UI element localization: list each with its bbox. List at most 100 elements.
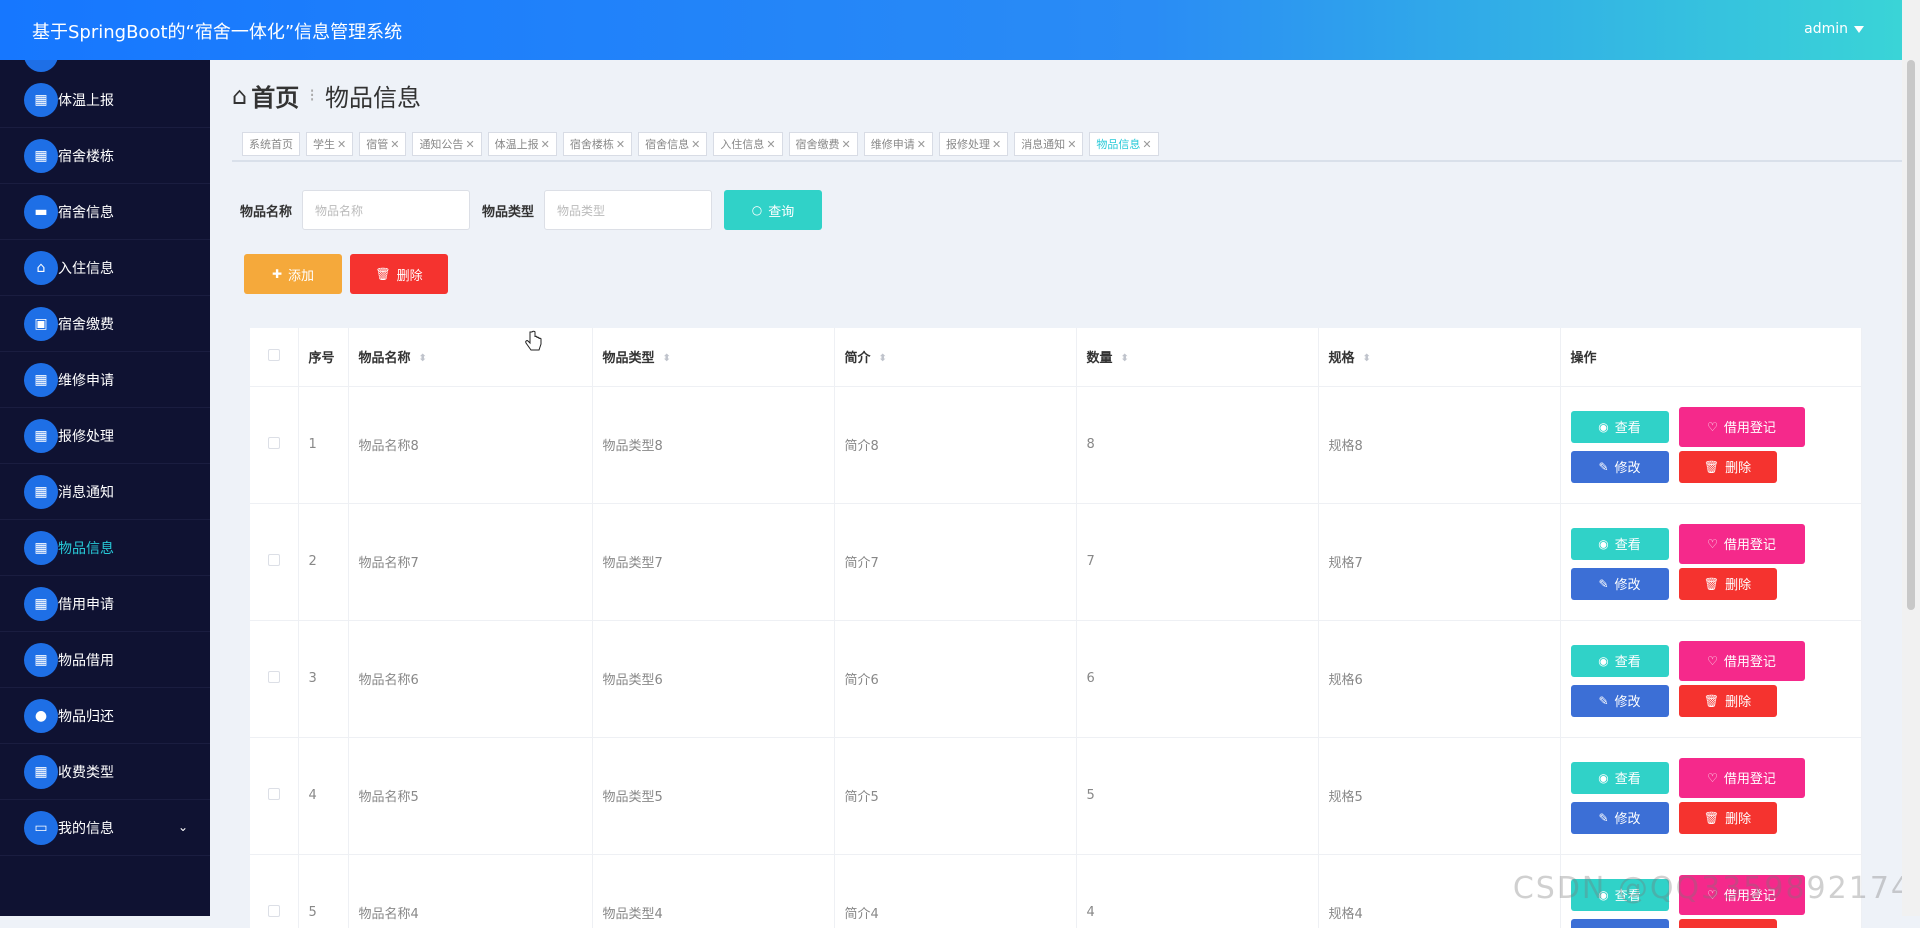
row-checkbox-cell xyxy=(250,854,298,928)
close-icon[interactable]: ✕ xyxy=(465,138,474,151)
col-spec[interactable]: 规格⬍ xyxy=(1318,328,1560,386)
close-icon[interactable]: ✕ xyxy=(691,138,700,151)
type-search-input[interactable]: 物品类型 xyxy=(544,190,712,230)
name-search-input[interactable]: 物品名称 xyxy=(302,190,470,230)
add-button[interactable]: ✚添加 xyxy=(244,254,342,294)
col-type[interactable]: 物品类型⬍ xyxy=(592,328,834,386)
page-scrollbar[interactable] xyxy=(1902,0,1920,916)
sidebar-item-label: 物品归还 xyxy=(52,706,114,726)
edit-button[interactable]: ✎修改 xyxy=(1571,568,1669,600)
cell-index: 1 xyxy=(298,386,348,503)
close-icon[interactable]: ✕ xyxy=(1067,138,1076,151)
close-icon[interactable]: ✕ xyxy=(766,138,775,151)
row-checkbox[interactable] xyxy=(268,437,280,449)
edit-icon: ✎ xyxy=(1598,460,1608,474)
tag-view-tab[interactable]: 宿舍信息✕ xyxy=(638,132,707,156)
home-icon[interactable]: ⌂ xyxy=(232,82,247,110)
user-menu[interactable]: admin xyxy=(1804,21,1864,37)
tag-view-tab[interactable]: 报修处理✕ xyxy=(939,132,1008,156)
sort-icon[interactable]: ⬍ xyxy=(1121,353,1129,364)
edit-button[interactable]: ✎修改 xyxy=(1571,451,1669,483)
sidebar-item[interactable]: ▬宿舍信息 xyxy=(0,184,210,240)
tag-view-tab[interactable]: 入住信息✕ xyxy=(713,132,782,156)
col-intro[interactable]: 简介⬍ xyxy=(834,328,1076,386)
sort-icon[interactable]: ⬍ xyxy=(419,353,427,364)
sort-icon[interactable]: ⬍ xyxy=(663,353,671,364)
tag-view-tab[interactable]: 体温上报✕ xyxy=(488,132,557,156)
edit-button[interactable]: ✎修改 xyxy=(1571,685,1669,717)
add-label: 添加 xyxy=(288,265,314,284)
sidebar-item[interactable]: ⌂入住信息 xyxy=(0,240,210,296)
edit-button[interactable]: ✎修改 xyxy=(1571,919,1669,928)
close-icon[interactable]: ✕ xyxy=(337,138,346,151)
delete-row-button[interactable]: 🗑删除 xyxy=(1679,685,1777,717)
view-button[interactable]: ◉查看 xyxy=(1571,528,1669,560)
col-name[interactable]: 物品名称⬍ xyxy=(348,328,592,386)
close-icon[interactable]: ✕ xyxy=(992,138,1001,151)
tag-view-tab[interactable]: 宿管✕ xyxy=(359,132,406,156)
select-all-checkbox[interactable] xyxy=(268,349,280,361)
tag-view-tab[interactable]: 系统首页 xyxy=(242,132,300,156)
sort-icon[interactable]: ⬍ xyxy=(1363,353,1371,364)
batch-delete-button[interactable]: 🗑删除 xyxy=(350,254,448,294)
row-checkbox[interactable] xyxy=(268,788,280,800)
sidebar: ▦体温上报▦宿舍楼栋▬宿舍信息⌂入住信息▣宿舍缴费▦维修申请▦报修处理▦消息通知… xyxy=(0,60,210,916)
sidebar-item[interactable]: ▦借用申请 xyxy=(0,576,210,632)
view-button[interactable]: ◉查看 xyxy=(1571,762,1669,794)
row-checkbox[interactable] xyxy=(268,905,280,917)
query-button[interactable]: ○查询 xyxy=(724,190,822,230)
delete-row-button[interactable]: 🗑删除 xyxy=(1679,802,1777,834)
sidebar-item[interactable]: ▭我的信息⌄ xyxy=(0,800,210,856)
close-icon[interactable]: ✕ xyxy=(390,138,399,151)
borrow-register-button[interactable]: ♡借用登记 xyxy=(1679,641,1805,681)
sidebar-item[interactable]: ▣宿舍缴费 xyxy=(0,296,210,352)
tag-view-tab[interactable]: 宿舍缴费✕ xyxy=(789,132,858,156)
sidebar-item[interactable]: ▦收费类型 xyxy=(0,744,210,800)
trash-icon: 🗑 xyxy=(1704,811,1719,825)
sidebar-item[interactable]: ▦物品信息 xyxy=(0,520,210,576)
eye-icon: ◉ xyxy=(1598,537,1608,551)
sidebar-item[interactable]: ●物品归还 xyxy=(0,688,210,744)
cell-qty: 5 xyxy=(1076,737,1318,854)
delete-row-button[interactable]: 🗑删除 xyxy=(1679,568,1777,600)
tag-view-tab[interactable]: 消息通知✕ xyxy=(1014,132,1083,156)
sidebar-item[interactable]: ▦体温上报 xyxy=(0,72,210,128)
sort-icon[interactable]: ⬍ xyxy=(879,353,887,364)
top-header: 基于SpringBoot的“宿舍一体化”信息管理系统 admin xyxy=(0,0,1920,60)
register-label: 借用登记 xyxy=(1724,651,1776,670)
edit-icon: ✎ xyxy=(1598,811,1608,825)
scrollbar-thumb[interactable] xyxy=(1907,60,1915,610)
remove-label: 删除 xyxy=(1725,691,1751,710)
borrow-register-button[interactable]: ♡借用登记 xyxy=(1679,524,1805,564)
row-checkbox-cell xyxy=(250,737,298,854)
sidebar-item[interactable]: ▦报修处理 xyxy=(0,408,210,464)
close-icon[interactable]: ✕ xyxy=(1142,138,1151,151)
tag-view-tab[interactable]: 宿舍楼栋✕ xyxy=(563,132,632,156)
close-icon[interactable]: ✕ xyxy=(616,138,625,151)
edit-button[interactable]: ✎修改 xyxy=(1571,802,1669,834)
view-button[interactable]: ◉查看 xyxy=(1571,645,1669,677)
borrow-register-button[interactable]: ♡借用登记 xyxy=(1679,407,1805,447)
tag-view-tab[interactable]: 学生✕ xyxy=(306,132,353,156)
borrow-register-button[interactable]: ♡借用登记 xyxy=(1679,758,1805,798)
close-icon[interactable]: ✕ xyxy=(842,138,851,151)
sidebar-item[interactable]: ▦物品借用 xyxy=(0,632,210,688)
tag-view-tab[interactable]: 物品信息✕ xyxy=(1089,132,1158,156)
view-button[interactable]: ◉查看 xyxy=(1571,411,1669,443)
close-icon[interactable]: ✕ xyxy=(541,138,550,151)
sidebar-item[interactable]: ▦维修申请 xyxy=(0,352,210,408)
close-icon[interactable]: ✕ xyxy=(917,138,926,151)
cell-spec: 规格7 xyxy=(1318,503,1560,620)
row-checkbox[interactable] xyxy=(268,554,280,566)
delete-row-button[interactable]: 🗑删除 xyxy=(1679,919,1777,928)
breadcrumb-home[interactable]: 首页 xyxy=(251,78,299,113)
sidebar-item-label: 我的信息 xyxy=(52,818,114,838)
sidebar-item[interactable]: ▦消息通知 xyxy=(0,464,210,520)
col-index: 序号 xyxy=(298,328,348,386)
tag-view-tab[interactable]: 通知公告✕ xyxy=(412,132,481,156)
row-checkbox[interactable] xyxy=(268,671,280,683)
sidebar-item[interactable]: ▦宿舍楼栋 xyxy=(0,128,210,184)
tag-view-tab[interactable]: 维修申请✕ xyxy=(864,132,933,156)
col-qty[interactable]: 数量⬍ xyxy=(1076,328,1318,386)
delete-row-button[interactable]: 🗑删除 xyxy=(1679,451,1777,483)
